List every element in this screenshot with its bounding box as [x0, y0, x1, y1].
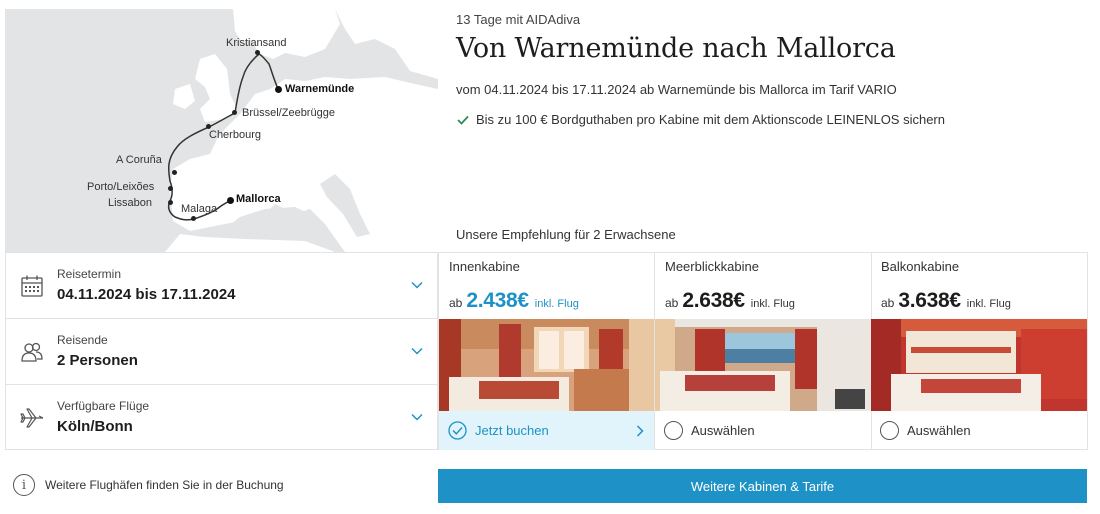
- price-amount: 2.638€: [682, 289, 745, 312]
- cabin-card-inside[interactable]: Innenkabine ab 2.438€ inkl. Flug Jetzt b…: [438, 252, 655, 450]
- book-now-label: Jetzt buchen: [475, 423, 549, 438]
- recommendation-heading: Unsere Empfehlung für 2 Erwachsene: [456, 227, 676, 242]
- port-label-kristiansand: Kristiansand: [226, 37, 287, 49]
- price-suffix: inkl. Flug: [534, 298, 579, 310]
- cabin-photo-seaview: [655, 319, 871, 411]
- chevron-down-icon: [411, 281, 423, 289]
- flights-selector[interactable]: Verfügbare Flüge Köln/Bonn: [6, 385, 437, 451]
- travel-date-value: 04.11.2024 bis 17.11.2024: [57, 286, 236, 303]
- select-balcony-button[interactable]: Auswählen: [871, 411, 1087, 450]
- cabin-options: Innenkabine ab 2.438€ inkl. Flug Jetzt b…: [438, 252, 1088, 450]
- airplane-icon: [20, 408, 44, 428]
- cabin-photo-inside: [439, 319, 654, 411]
- cabin-name: Innenkabine: [449, 259, 520, 274]
- cabin-card-balcony[interactable]: Balkonkabine ab 3.638€ inkl. Flug Auswäh…: [871, 252, 1088, 450]
- promo-line: Bis zu 100 € Bordguthaben pro Kabine mit…: [456, 112, 945, 127]
- price-prefix: ab: [881, 296, 895, 310]
- price-prefix: ab: [449, 296, 463, 310]
- price-amount: 3.638€: [898, 289, 961, 312]
- travel-date-label: Reisetermin: [57, 267, 122, 281]
- travelers-value: 2 Personen: [57, 352, 138, 369]
- cabin-price: ab 3.638€ inkl. Flug: [881, 289, 1011, 313]
- price-prefix: ab: [665, 296, 679, 310]
- route-map: Kristiansand Warnemünde Brüssel/Zeebrügg…: [5, 9, 438, 252]
- travelers-selector[interactable]: Reisende 2 Personen: [6, 319, 437, 385]
- port-label-malaga: Malaga: [181, 203, 218, 215]
- cabin-price: ab 2.638€ inkl. Flug: [665, 289, 795, 313]
- travelers-label: Reisende: [57, 333, 108, 347]
- chevron-down-icon: [411, 413, 423, 421]
- calendar-icon: [21, 275, 43, 297]
- promo-text: Bis zu 100 € Bordguthaben pro Kabine mit…: [476, 112, 945, 127]
- port-dot: [191, 216, 196, 221]
- trip-selectors: Reisetermin 04.11.2024 bis 17.11.2024 Re…: [5, 252, 438, 450]
- port-label-bruessel-zeebruegge: Brüssel/Zeebrügge: [242, 107, 335, 119]
- port-label-cherbourg: Cherbourg: [209, 129, 261, 141]
- cruise-header: 13 Tage mit AIDAdiva Von Warnemünde nach…: [456, 12, 1086, 64]
- price-suffix: inkl. Flug: [966, 298, 1011, 310]
- port-label-porto-leixoes: Porto/Leixões: [87, 181, 155, 193]
- price-suffix: inkl. Flug: [750, 298, 795, 310]
- port-label-lissabon: Lissabon: [108, 197, 153, 209]
- flights-value: Köln/Bonn: [57, 418, 133, 435]
- book-now-button[interactable]: Jetzt buchen: [439, 411, 654, 450]
- cabin-photo-balcony: [871, 319, 1087, 411]
- port-label-warnemuende: Warnemünde: [285, 83, 355, 95]
- port-dot: [232, 110, 237, 115]
- info-icon: i: [13, 474, 35, 496]
- cabin-name: Balkonkabine: [881, 259, 960, 274]
- price-amount: 2.438€: [466, 289, 529, 312]
- select-seaview-button[interactable]: Auswählen: [655, 411, 871, 450]
- airports-info: i Weitere Flughäfen finden Sie in der Bu…: [13, 474, 284, 496]
- port-label-mallorca: Mallorca: [236, 193, 281, 205]
- checkmark-icon: [457, 115, 469, 125]
- port-dot: [227, 197, 234, 204]
- check-circle-icon: [448, 421, 467, 440]
- cruise-subtitle: 13 Tage mit AIDAdiva: [456, 12, 581, 27]
- cabin-card-seaview[interactable]: Meerblickkabine ab 2.638€ inkl. Flug Aus…: [655, 252, 872, 450]
- port-dot: [168, 200, 173, 205]
- cabin-name: Meerblickkabine: [665, 259, 759, 274]
- persons-icon: [21, 342, 43, 362]
- travel-date-selector[interactable]: Reisetermin 04.11.2024 bis 17.11.2024: [6, 253, 437, 319]
- port-dot: [275, 86, 282, 93]
- radio-button[interactable]: [880, 421, 899, 440]
- flights-label: Verfügbare Flüge: [57, 399, 150, 413]
- cruise-dates: vom 04.11.2024 bis 17.11.2024 ab Warnemü…: [456, 82, 897, 97]
- select-label: Auswählen: [691, 423, 755, 438]
- port-dot: [255, 50, 260, 55]
- cruise-title: Von Warnemünde nach Mallorca: [456, 33, 896, 64]
- chevron-right-icon: [636, 425, 644, 437]
- cabin-price: ab 2.438€ inkl. Flug: [449, 289, 579, 313]
- port-label-a-coruna: A Coruña: [116, 154, 162, 166]
- port-dot: [168, 186, 173, 191]
- port-dot: [172, 170, 177, 175]
- chevron-down-icon: [411, 347, 423, 355]
- airports-info-text: Weitere Flughäfen finden Sie in der Buch…: [45, 478, 284, 492]
- radio-button[interactable]: [664, 421, 683, 440]
- more-cabins-button[interactable]: Weitere Kabinen & Tarife: [438, 469, 1087, 503]
- select-label: Auswählen: [907, 423, 971, 438]
